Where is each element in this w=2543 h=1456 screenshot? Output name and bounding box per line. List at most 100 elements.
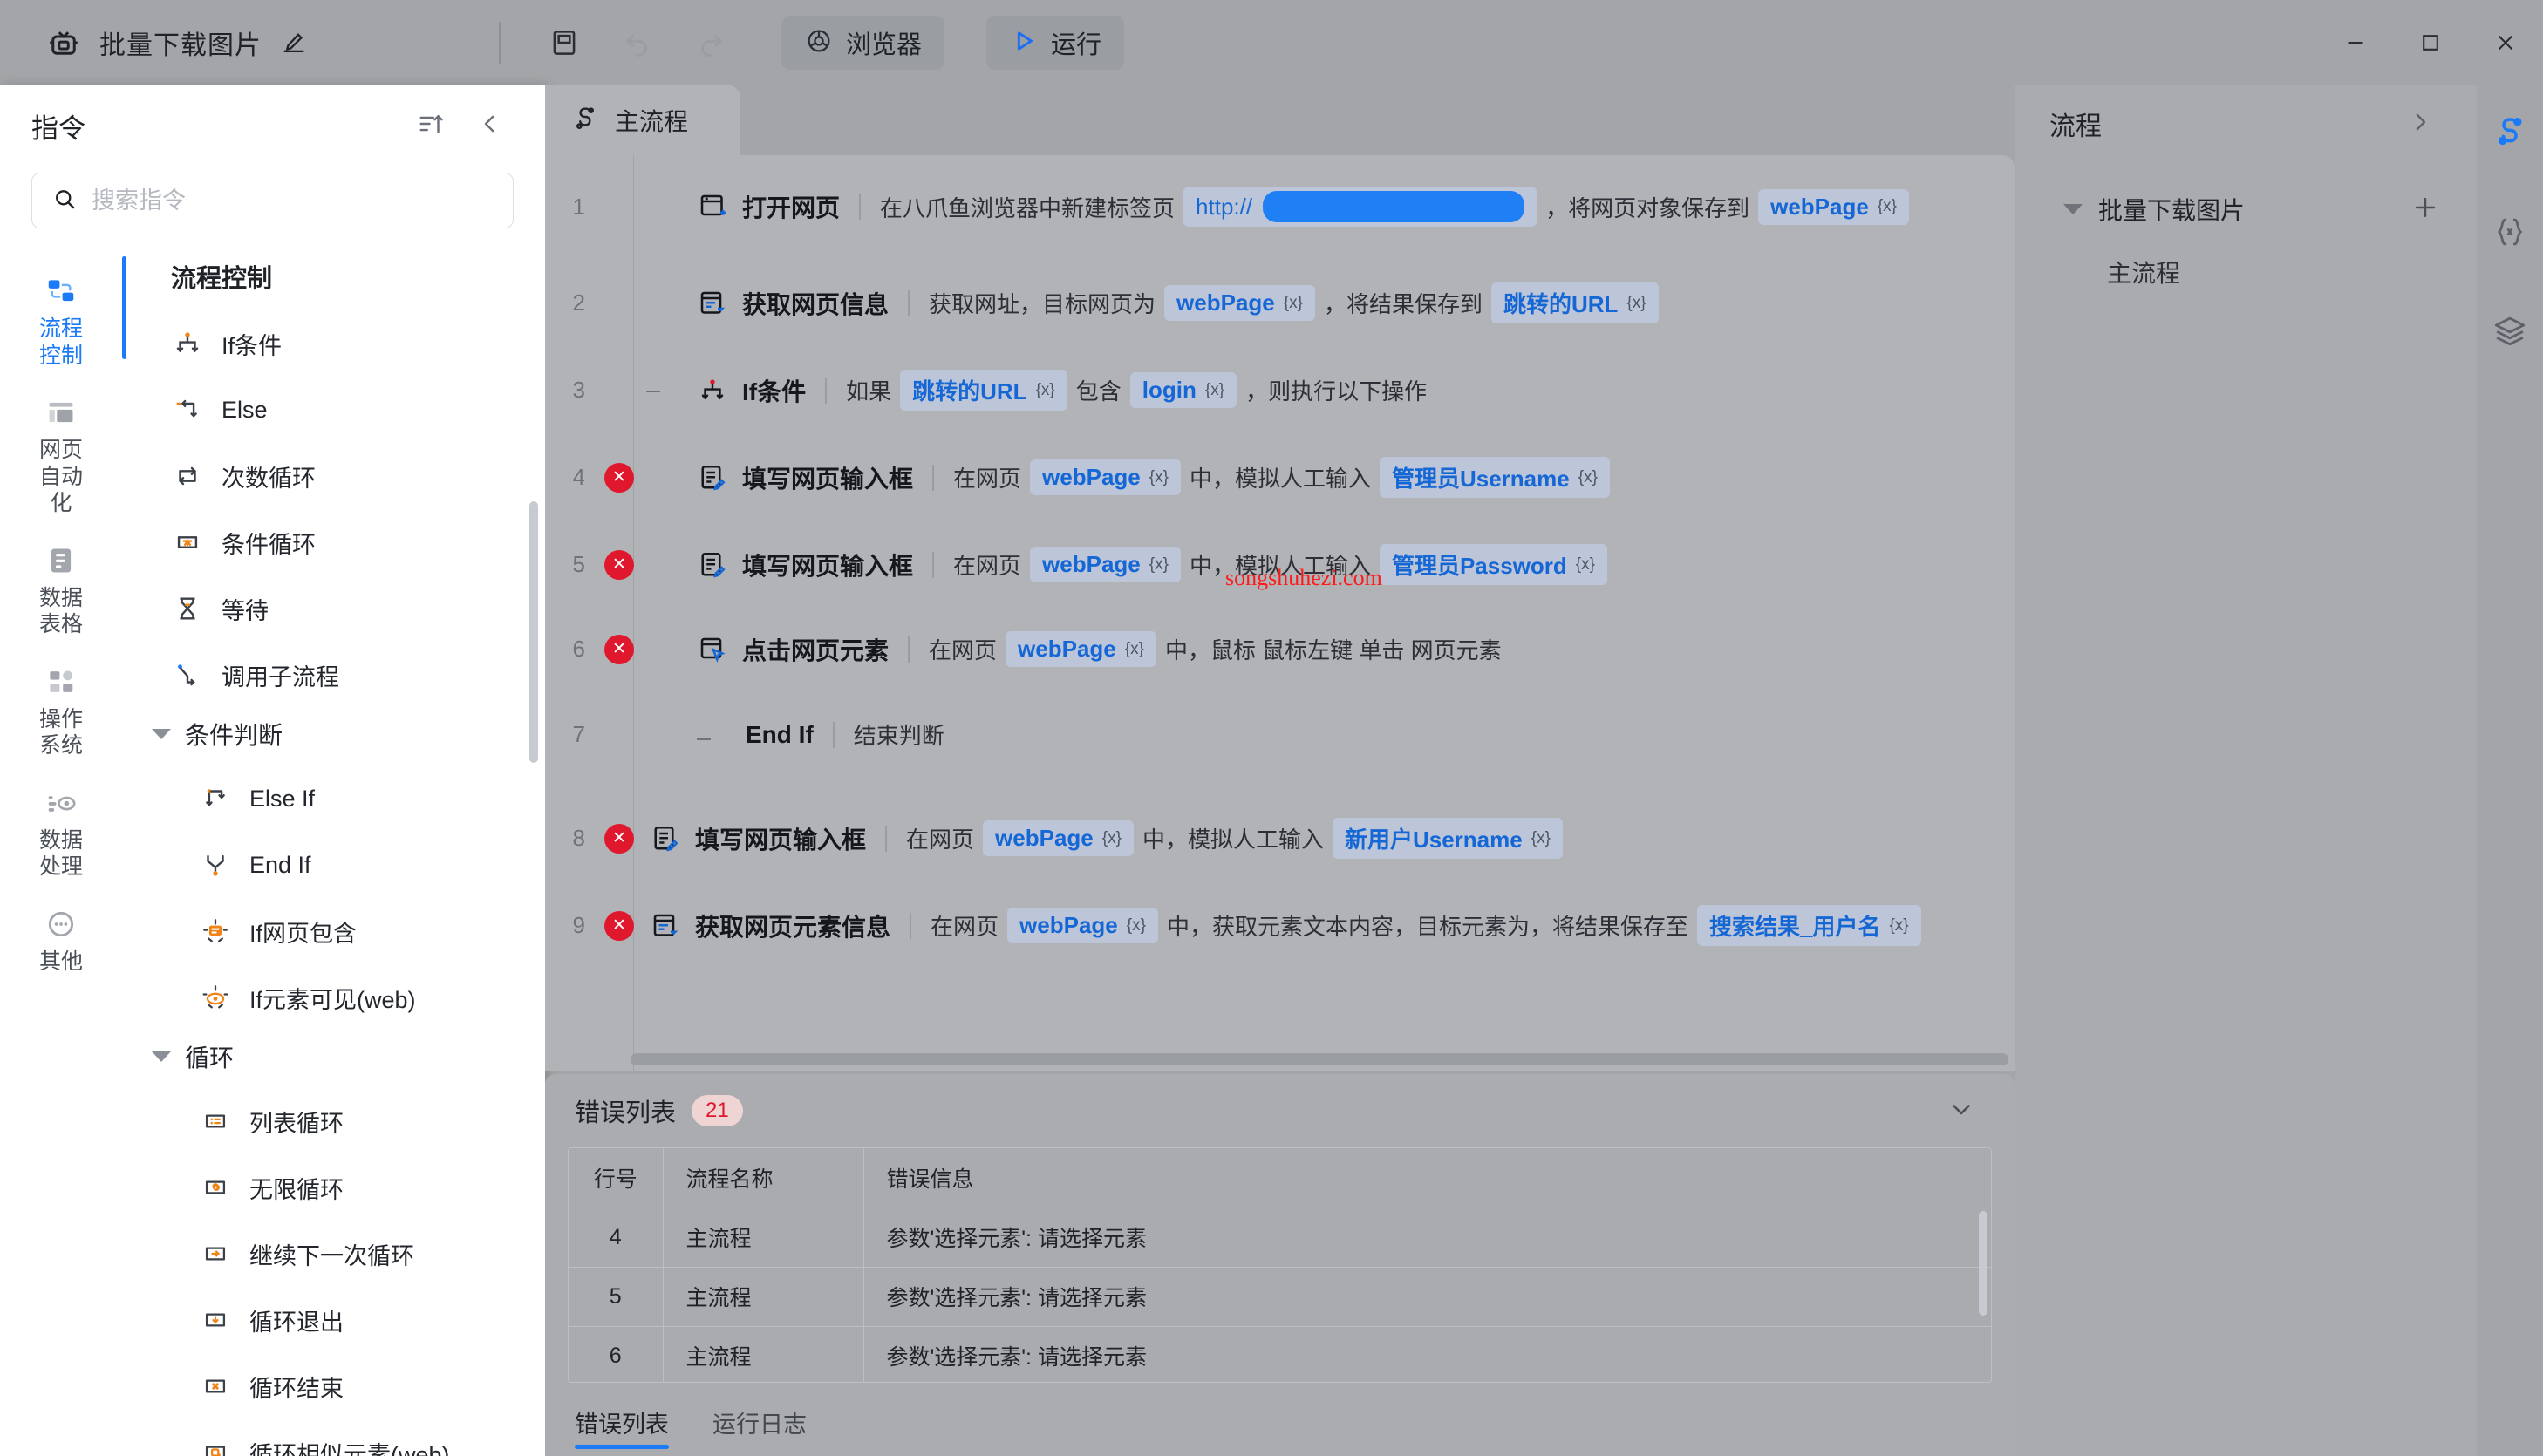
sort-ascending-icon[interactable] [416,109,446,143]
search-input[interactable] [92,187,494,214]
maximize-icon[interactable] [2393,0,2468,85]
flow-tree-root[interactable]: 批量下载图片 [2015,178,2477,241]
command-group-loop[interactable]: 循环 [141,1031,545,1088]
flow-step[interactable]: 8 ✕ 填写网页输入框 在网页 webPage {x} 中，模拟人工输入 新用户… [545,818,2015,859]
pencil-edit-icon[interactable] [279,28,309,58]
flow-step[interactable]: 6 ✕ 点击网页元素 在网页 webPage {x} 中，鼠标 鼠标左键 单击 … [545,631,2015,667]
variable-chip[interactable]: 管理员Password {x} [1379,544,1607,585]
step-error-badge[interactable]: ✕ [604,462,634,493]
sidebar-item-other[interactable]: 其他 [5,898,117,986]
chevron-down-icon[interactable] [1946,1094,1976,1128]
tab-error-list[interactable]: 错误列表 [575,1388,669,1456]
window-controls [2318,0,2543,85]
flow-step[interactable]: 4 ✕ 填写网页输入框 在网页 webPage {x} 中，模拟人工输入 管理员… [545,457,2015,498]
variable-chip[interactable]: webPage {x} [1006,631,1156,667]
command-else[interactable]: Else [141,377,545,443]
redo-icon[interactable] [682,16,740,70]
command-if-page-contains[interactable]: If网页包含 [141,898,545,964]
fold-toggle-icon[interactable] [646,391,660,392]
command-group-condition[interactable]: 条件判断 [141,708,545,765]
command-loop-similar-elements[interactable]: 循环相似元素(web) [141,1419,545,1456]
step-text: 结束判断 [853,723,944,749]
command-if-condition[interactable]: If条件 [141,310,545,377]
tab-main-flow[interactable]: 主流程 [545,85,741,155]
table-row[interactable]: 6 主流程 参数'选择元素': 请选择元素 [569,1326,1991,1382]
group-label: 条件判断 [185,722,283,749]
command-infinite-loop[interactable]: 无限循环 [141,1154,545,1221]
step-number: 2 [572,289,585,316]
conditional-loop-icon [171,526,204,559]
close-icon[interactable] [2468,0,2543,85]
url-chip[interactable]: http:// [1183,187,1537,227]
table-row[interactable]: 5 主流程 参数'选择元素': 请选择元素 [569,1267,1991,1327]
table-row[interactable]: 4 主流程 参数'选择元素': 请选择元素 [569,1208,1991,1268]
command-else-if[interactable]: Else If [141,765,545,832]
variable-chip[interactable]: webPage {x} [1007,908,1158,943]
bottom-tabs: 错误列表 运行日志 [545,1388,2015,1456]
variable-chip[interactable]: webPage {x} [1030,547,1181,582]
step-error-badge[interactable]: ✕ [604,910,634,941]
end-loop-icon [199,1370,232,1403]
command-call-subflow[interactable]: 调用子流程 [141,642,545,708]
variable-chip[interactable]: webPage {x} [1030,459,1181,495]
error-table-scrollbar[interactable] [1979,1211,1987,1316]
flow-s-icon [571,105,599,137]
variables-braces-icon[interactable] [2485,208,2534,256]
tab-run-log[interactable]: 运行日志 [712,1388,807,1456]
layers-icon[interactable] [2485,307,2534,356]
command-wait[interactable]: 等待 [141,575,545,642]
flow-canvas[interactable]: 1 打开网页 在八爪鱼浏览器中新建标签页 http:// ，将网页对象保存到 w… [545,155,2015,1071]
sidebar-item-operating-system[interactable]: 操作系统 [5,656,117,770]
variable-chip[interactable]: webPage {x} [1164,285,1315,321]
flow-s-icon[interactable] [2485,108,2534,157]
command-end-loop[interactable]: 循环结束 [141,1353,545,1419]
instruction-panel-scrollbar[interactable] [529,501,538,763]
flow-step[interactable]: 3 If条件 如果 跳转的URL {x} 包含 login {x} ，则执行以下… [545,370,2015,411]
undo-icon[interactable] [609,16,666,70]
step-number: 9 [572,912,585,938]
flow-tree-item-main-flow[interactable]: 主流程 [2015,241,2477,303]
command-list-loop[interactable]: 列表循环 [141,1088,545,1154]
search-box[interactable] [31,173,514,228]
variable-chip[interactable]: login {x} [1129,372,1237,408]
save-icon[interactable] [535,16,593,70]
browser-button[interactable]: 浏览器 [781,16,945,70]
if-condition-icon [695,373,730,408]
step-error-badge[interactable]: ✕ [604,634,634,664]
variable-chip[interactable]: 跳转的URL {x} [900,370,1067,411]
sidebar-item-flow-control[interactable]: 流程控制 [5,265,117,379]
active-category-indicator [122,256,126,359]
command-label: 循环退出 [249,1309,344,1336]
flow-step[interactable]: 1 打开网页 在八爪鱼浏览器中新建标签页 http:// ，将网页对象保存到 w… [545,187,2015,227]
plus-icon[interactable] [2410,193,2440,227]
step-error-badge[interactable]: ✕ [604,549,634,580]
command-continue-loop[interactable]: 继续下一次循环 [141,1221,545,1287]
chevron-left-icon[interactable] [477,111,503,141]
step-error-badge[interactable]: ✕ [604,823,634,854]
flow-step[interactable]: 2 获取网页信息 获取网址，目标网页为 webPage {x} ，将结果保存到 … [545,282,2015,323]
command-end-if[interactable]: End If [141,832,545,898]
sidebar-item-web-automation[interactable]: 网页自动化 [5,386,117,527]
variable-chip[interactable]: 跳转的URL {x} [1490,282,1659,323]
variable-chip[interactable]: webPage {x} [983,820,1134,856]
variable-brace-icon: {x} [1035,380,1055,399]
command-if-element-visible[interactable]: If元素可见(web) [141,964,545,1031]
variable-chip[interactable]: 新用户Username {x} [1332,818,1563,859]
chevron-right-icon[interactable] [2407,109,2433,139]
flow-step[interactable]: 7 End If 结束判断 [545,718,2015,751]
variable-chip[interactable]: 搜索结果_用户名 {x} [1696,905,1921,946]
minimize-icon[interactable] [2318,0,2393,85]
variable-chip[interactable]: webPage {x} [1758,188,1910,225]
caret-down-icon [2063,204,2083,214]
run-button[interactable]: 运行 [986,16,1125,70]
fold-toggle-icon[interactable] [697,738,711,740]
flow-horizontal-scrollbar[interactable] [631,1053,2008,1065]
command-conditional-loop[interactable]: 条件循环 [141,509,545,575]
command-count-loop[interactable]: 次数循环 [141,443,545,509]
variable-brace-icon: {x} [1578,467,1598,486]
variable-chip[interactable]: 管理员Username {x} [1379,457,1610,498]
sidebar-item-data-table[interactable]: 数据表格 [5,534,117,649]
flow-step[interactable]: 9 ✕ 获取网页元素信息 在网页 webPage {x} 中，获取元素文本内容，… [545,905,2015,946]
command-break-loop[interactable]: 循环退出 [141,1287,545,1353]
sidebar-item-data-processing[interactable]: 数据处理 [5,777,117,891]
